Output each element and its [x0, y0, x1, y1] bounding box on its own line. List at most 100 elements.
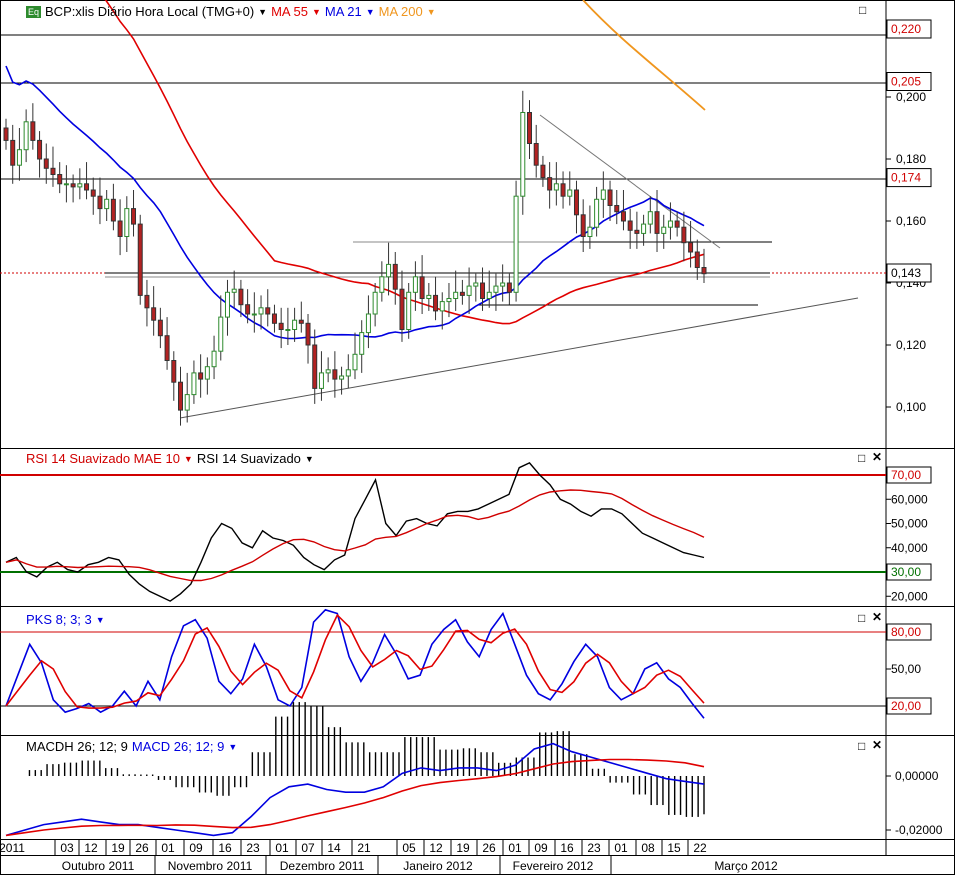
candle-body	[412, 276, 418, 293]
date-tick-label: 09	[534, 841, 548, 855]
macd-close-icon[interactable]: ✕	[872, 739, 882, 751]
candle-body	[57, 174, 63, 185]
candle-body	[278, 322, 284, 330]
candle-body	[124, 208, 130, 238]
candle-body	[43, 158, 49, 169]
ma200-label[interactable]: MA 200	[379, 4, 423, 19]
rsi-smooth-label[interactable]: RSI 14 Suavizado MAE 10	[26, 451, 180, 466]
candle-body	[90, 189, 96, 197]
candle-body	[540, 164, 546, 179]
macdh-label[interactable]: MACDH 26; 12; 9	[26, 739, 128, 754]
candle-body	[520, 112, 526, 197]
candle-body	[271, 313, 277, 324]
candle-body	[265, 307, 271, 315]
date-tick-label: 23	[246, 841, 260, 855]
symbol-caret-icon[interactable]: ▼	[258, 7, 267, 17]
candle-body	[406, 291, 412, 330]
month-label: Março 2012	[714, 859, 778, 873]
candle-body	[667, 220, 673, 228]
candle-body	[433, 294, 439, 312]
price-maximize-icon[interactable]: □	[859, 4, 866, 16]
candle-body	[439, 301, 445, 312]
macd-panel[interactable]	[5, 702, 705, 837]
macd-line	[5, 742, 705, 837]
rsi-header: RSI 14 Suavizado MAE 10 ▼ RSI 14 Suaviza…	[26, 451, 314, 466]
candle-body	[473, 282, 479, 287]
rsi-caret-icon[interactable]: ▼	[305, 454, 314, 464]
ma55-caret-icon[interactable]: ▼	[312, 7, 321, 17]
candle-body	[547, 177, 553, 191]
rsi-tick-label: 70,00	[891, 468, 921, 482]
candle-body	[191, 372, 197, 396]
candle-body	[110, 198, 116, 222]
candle-body	[386, 263, 392, 278]
date-tick-label: 12	[84, 841, 98, 855]
symbol-label[interactable]: BCP:xlis Diário Hora Local (TMG+0)	[45, 4, 254, 19]
macd-maximize-icon[interactable]: □	[858, 740, 865, 752]
date-tick-label: 05	[402, 841, 416, 855]
rsi-smooth-caret-icon[interactable]: ▼	[184, 454, 193, 464]
macd-label[interactable]: MACD 26; 12; 9	[132, 739, 225, 754]
date-tick-label: 21	[357, 841, 371, 855]
rsi-maximize-icon[interactable]: □	[858, 452, 865, 464]
candle-body	[426, 294, 432, 299]
month-label: Janeiro 2012	[403, 859, 473, 873]
candle-body	[3, 127, 9, 141]
candle-body	[224, 291, 230, 318]
ma21-line	[5, 65, 705, 340]
candle-body	[298, 319, 304, 324]
price-tick-label: 0,160	[896, 214, 926, 228]
candle-body	[137, 223, 143, 296]
candle-body	[37, 139, 43, 160]
rsi-panel[interactable]	[0, 462, 886, 602]
candle-body	[560, 183, 566, 197]
candle-body	[211, 350, 217, 368]
candle-body	[204, 366, 210, 380]
pks-caret-icon[interactable]: ▼	[96, 615, 105, 625]
candle-body	[480, 282, 486, 299]
ma21-path	[5, 65, 705, 340]
candle-body	[419, 276, 425, 299]
candle-body	[627, 220, 633, 231]
rsi-label[interactable]: RSI 14 Suavizado	[197, 451, 301, 466]
pks-label[interactable]: PKS 8; 3; 3	[26, 612, 92, 627]
candle-body	[701, 267, 707, 275]
pks-maximize-icon[interactable]: □	[858, 612, 865, 624]
candle-body	[16, 149, 22, 166]
date-tick-label: 01	[508, 841, 522, 855]
candle-body	[392, 263, 398, 290]
rsi-close-icon[interactable]: ✕	[872, 451, 882, 463]
ma55-path	[104, 0, 705, 325]
candle-body	[674, 220, 680, 228]
candle-body	[292, 319, 298, 331]
month-label: Novembro 2011	[168, 859, 253, 873]
candle-body	[607, 189, 613, 206]
candle-body	[97, 195, 103, 210]
candle-body	[453, 291, 459, 299]
ma21-caret-icon[interactable]: ▼	[366, 7, 375, 17]
candle-body	[694, 251, 700, 268]
symbol-badge: Eq	[26, 5, 42, 18]
candle-body	[359, 332, 365, 355]
date-tick-label: 26	[135, 841, 149, 855]
pks-tick-label: 50,00	[891, 662, 921, 676]
month-label: Outubro 2011	[62, 859, 135, 873]
date-tick-label: 23	[587, 841, 601, 855]
candle-body	[178, 381, 183, 411]
candle-body	[245, 304, 251, 315]
ma200-caret-icon[interactable]: ▼	[427, 7, 436, 17]
rsi-tick-label: 30,00	[891, 565, 921, 579]
month-label: Fevereiro 2012	[513, 859, 594, 873]
candle-body	[238, 288, 244, 306]
ma55-label[interactable]: MA 55	[271, 4, 308, 19]
candle-body	[365, 313, 371, 334]
candle-body	[218, 316, 224, 352]
pks-close-icon[interactable]: ✕	[872, 611, 882, 623]
candle-body	[661, 226, 667, 234]
macd-caret-icon[interactable]: ▼	[228, 742, 237, 752]
ma21-label[interactable]: MA 21	[325, 4, 362, 19]
candle-body	[144, 294, 150, 309]
price-panel[interactable]	[0, 34, 886, 419]
pks-panel[interactable]	[0, 608, 886, 719]
date-axis: 2011 03 12 19 26 01 09 16 23 01 07 14 21 05 12 19 26 01 09…	[0, 840, 778, 875]
